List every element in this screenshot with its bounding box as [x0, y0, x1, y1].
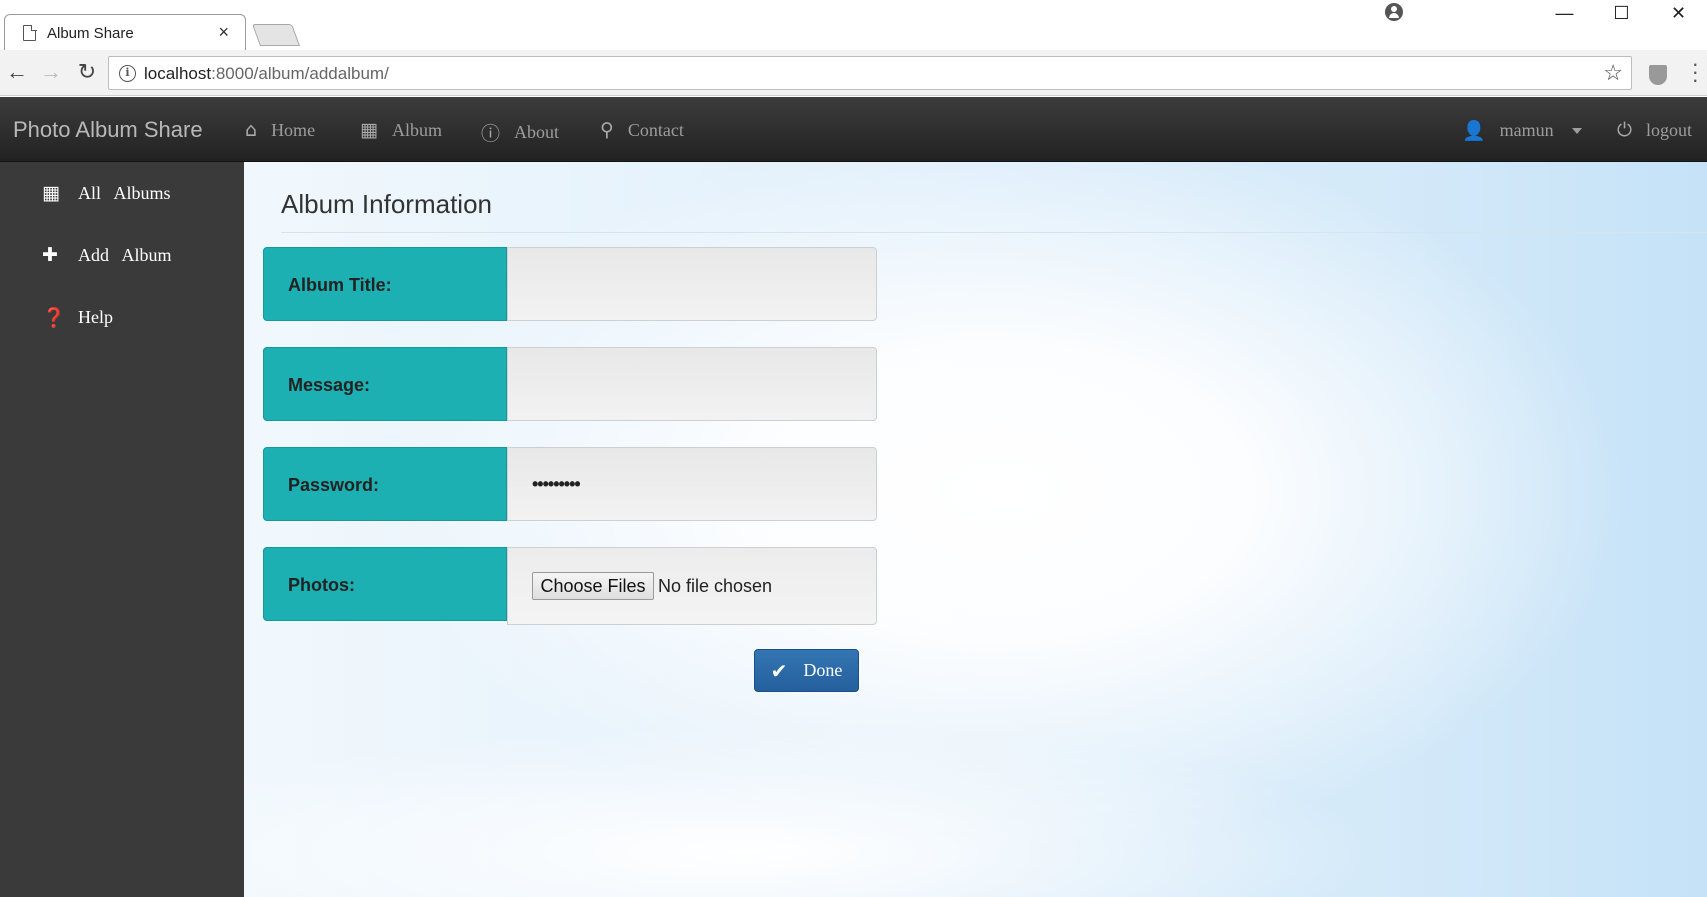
info-icon: ⓘ: [481, 123, 501, 145]
message-row: Message:: [263, 347, 877, 421]
password-label: Password:: [263, 447, 507, 521]
logout-link[interactable]: ⏻ logout: [1617, 119, 1692, 141]
page-title: Album Information: [281, 189, 492, 219]
profile-icon[interactable]: [1385, 3, 1403, 21]
sidebar-item-help[interactable]: ❓ Help: [42, 306, 113, 329]
forward-icon[interactable]: →: [38, 59, 64, 85]
app: Photo Album Share ⌂ Home ▦ Album ⓘ About…: [0, 97, 1707, 897]
user-dropdown[interactable]: 👤 mamun: [1462, 119, 1582, 142]
choose-files-button[interactable]: Choose Files: [532, 572, 654, 600]
title-divider: [281, 232, 1707, 233]
map-marker-icon: ⚲: [600, 119, 614, 141]
nav-home[interactable]: ⌂ Home: [245, 119, 315, 141]
maximize-button[interactable]: ☐: [1593, 0, 1650, 26]
caret-down-icon: [1571, 127, 1582, 134]
plus-icon: ✚: [42, 244, 58, 266]
album-title-row: Album Title:: [263, 247, 877, 321]
home-icon: ⌂: [245, 119, 258, 141]
nav-contact[interactable]: ⚲ Contact: [600, 119, 684, 141]
photos-file-field: Choose Files No file chosen: [507, 547, 877, 625]
back-icon[interactable]: ←: [4, 59, 30, 85]
power-icon: ⏻: [1617, 119, 1633, 141]
sidebar: ▦ All Albums ✚ Add Album ❓ Help: [0, 162, 244, 897]
brand-link[interactable]: Photo Album Share: [13, 117, 203, 143]
nav-about[interactable]: ⓘ About: [481, 119, 559, 146]
done-button[interactable]: ✔ Done: [754, 649, 859, 692]
minimize-button[interactable]: —: [1536, 0, 1593, 26]
window-controls: — ☐ ✕: [1536, 0, 1707, 26]
close-window-button[interactable]: ✕: [1650, 0, 1707, 26]
question-icon: ❓: [42, 307, 66, 329]
film-icon: ▦: [42, 182, 60, 204]
bookmark-star-icon[interactable]: ☆: [1603, 60, 1623, 86]
site-info-icon[interactable]: i: [119, 65, 136, 82]
shield-icon[interactable]: [1649, 65, 1667, 85]
no-file-chosen-text: No file chosen: [658, 576, 773, 596]
message-label: Message:: [263, 347, 507, 421]
tab-close-icon[interactable]: ×: [218, 22, 229, 43]
browser-toolbar: ← → ↻ i localhost:8000/album/addalbum/ ☆…: [0, 50, 1707, 96]
main-content: Album Information Album Title: Message: …: [244, 162, 1707, 897]
user-icon: 👤: [1462, 120, 1486, 142]
browser-tab[interactable]: Album Share ×: [4, 14, 246, 50]
url-text: localhost:8000/album/addalbum/: [144, 64, 389, 83]
reload-icon[interactable]: ↻: [74, 59, 100, 85]
album-title-label: Album Title:: [263, 247, 507, 321]
photos-row: Photos: Choose Files No file chosen: [263, 547, 877, 625]
check-icon: ✔: [770, 658, 788, 683]
browser-menu-icon[interactable]: · · ·: [1692, 53, 1699, 91]
password-row: Password:: [263, 447, 877, 521]
nav-album[interactable]: ▦ Album: [360, 119, 442, 141]
page-icon: [23, 25, 36, 41]
album-title-input[interactable]: [507, 247, 877, 321]
film-icon: ▦: [360, 119, 378, 141]
message-input[interactable]: [507, 347, 877, 421]
address-bar[interactable]: i localhost:8000/album/addalbum/ ☆: [108, 56, 1632, 90]
new-tab-button[interactable]: [251, 24, 301, 46]
sidebar-item-all-albums[interactable]: ▦ All Albums: [42, 182, 171, 204]
browser-tabstrip: Album Share × — ☐ ✕: [0, 0, 1707, 50]
top-navbar: Photo Album Share ⌂ Home ▦ Album ⓘ About…: [0, 97, 1707, 162]
photos-label: Photos:: [263, 547, 507, 621]
tab-title: Album Share: [47, 25, 134, 42]
password-input[interactable]: [507, 447, 877, 521]
sidebar-item-add-album[interactable]: ✚ Add Album: [42, 244, 172, 266]
